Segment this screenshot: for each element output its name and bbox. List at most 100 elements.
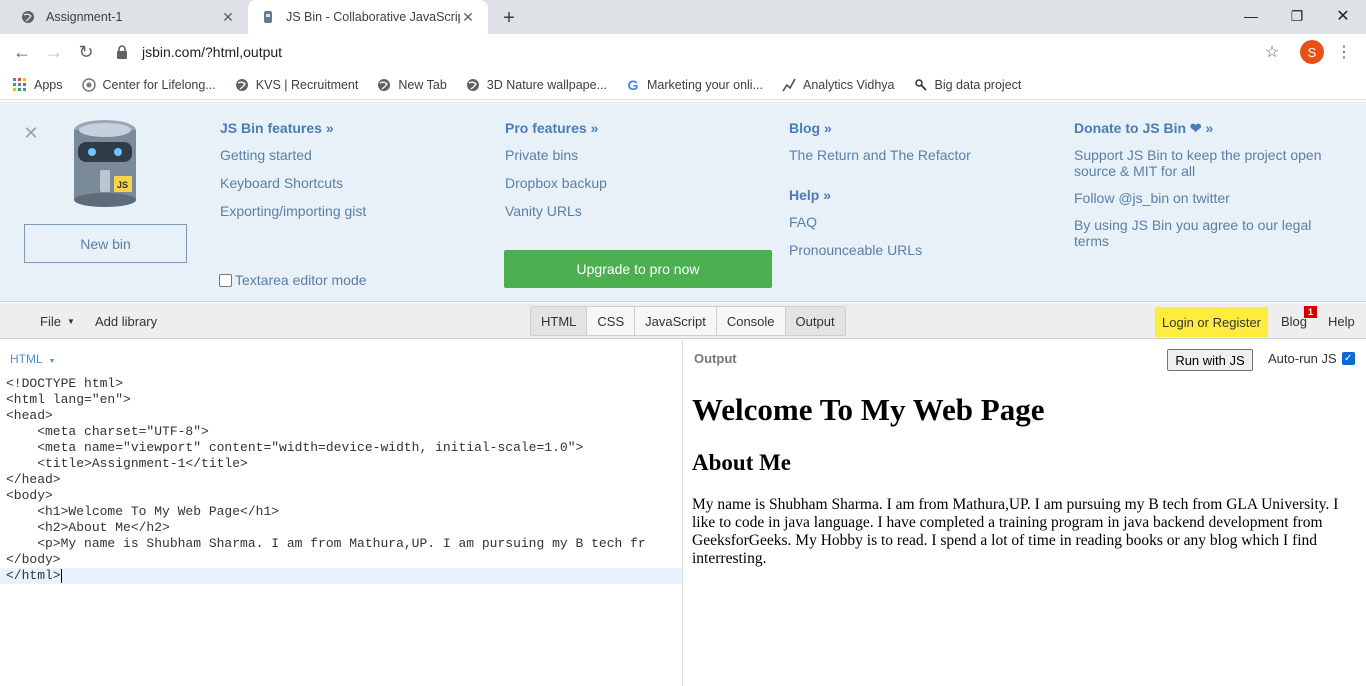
close-panel-icon[interactable]: ✕: [22, 123, 40, 143]
code-line-text: <title>Assignment-1</title>: [6, 456, 248, 471]
blog-notification-badge: 1: [1304, 306, 1317, 318]
tab-title: JS Bin - Collaborative JavaScript Debugg…: [286, 10, 460, 24]
jsbin-favicon-icon: [260, 9, 276, 25]
panel-toggle-console[interactable]: Console: [717, 307, 786, 335]
jsbin-toolbar: File ▼ Add library HTML CSS JavaScript C…: [0, 303, 1366, 339]
upgrade-pro-button[interactable]: Upgrade to pro now: [504, 250, 772, 288]
tab-jsbin[interactable]: JS Bin - Collaborative JavaScript Debugg…: [248, 0, 488, 34]
panel-toggle-group: HTML CSS JavaScript Console Output: [530, 306, 846, 336]
panel-toggle-html[interactable]: HTML: [531, 307, 588, 335]
emblem-icon: [81, 77, 97, 93]
dropdown-caret-icon: ▼: [66, 316, 75, 326]
panel-toggle-javascript[interactable]: JavaScript: [635, 307, 717, 335]
file-menu[interactable]: File ▼: [40, 303, 75, 339]
pronounceable-urls-link[interactable]: Pronounceable URLs: [789, 241, 971, 259]
back-icon[interactable]: ←: [10, 40, 34, 64]
bookmark-bigdata[interactable]: Big data project: [913, 77, 1021, 93]
blog-post-link[interactable]: The Return and The Refactor: [789, 146, 971, 164]
tab-title: Assignment-1: [46, 10, 123, 24]
code-line-text: <meta name="viewport" content="width=dev…: [6, 440, 584, 455]
panel-toggle-output[interactable]: Output: [785, 307, 845, 335]
code-line-text: </head>: [6, 472, 61, 487]
minimize-icon[interactable]: —: [1228, 4, 1274, 28]
close-tab-icon[interactable]: ✕: [220, 9, 236, 25]
address-bar[interactable]: jsbin.com/?html,output: [110, 38, 1290, 66]
keyboard-shortcuts-link[interactable]: Keyboard Shortcuts: [220, 174, 366, 192]
help-heading-link[interactable]: Help »: [789, 187, 971, 203]
blog-heading-link[interactable]: Blog »: [789, 120, 971, 136]
code-line-text: <html lang="en">: [6, 392, 131, 407]
blog-column: Blog » The Return and The Refactor Help …: [789, 120, 971, 269]
features-heading-link[interactable]: JS Bin features »: [220, 120, 366, 136]
bookmark-label: New Tab: [398, 77, 447, 92]
close-tab-icon[interactable]: ✕: [460, 9, 476, 25]
bookmark-analytics[interactable]: Analytics Vidhya: [781, 77, 895, 93]
menu-kebab-icon[interactable]: ⋮: [1334, 42, 1354, 62]
bookmark-kvs[interactable]: KVS | Recruitment: [234, 77, 358, 93]
vanity-urls-link[interactable]: Vanity URLs: [505, 202, 607, 220]
run-with-js-button[interactable]: Run with JS: [1167, 349, 1253, 371]
donate-heading-link[interactable]: Donate to JS Bin ❤ »: [1074, 120, 1344, 137]
dropbox-backup-link[interactable]: Dropbox backup: [505, 174, 607, 192]
code-line-text: <meta charset="UTF-8">: [6, 424, 209, 439]
textarea-mode-checkbox[interactable]: [219, 273, 232, 287]
file-menu-label: File: [40, 313, 61, 329]
code-line: </head>: [0, 472, 682, 488]
autorun-label: Auto-run JS: [1268, 351, 1337, 366]
code-line: </html>: [0, 568, 682, 584]
bookmark-newtab[interactable]: New Tab: [376, 77, 447, 93]
support-jsbin-link[interactable]: Support JS Bin to keep the project open …: [1074, 147, 1344, 179]
code-line: </body>: [0, 552, 682, 568]
forward-icon[interactable]: →: [42, 40, 66, 64]
code-line-text: <body>: [6, 488, 53, 503]
export-gist-link[interactable]: Exporting/importing gist: [220, 202, 366, 220]
private-bins-link[interactable]: Private bins: [505, 146, 607, 164]
faq-link[interactable]: FAQ: [789, 213, 971, 231]
editor-language-menu[interactable]: HTML ▼: [10, 352, 56, 366]
add-library-button[interactable]: Add library: [95, 303, 157, 339]
pro-heading-link[interactable]: Pro features »: [505, 120, 607, 136]
bookmarks-bar: Apps Center for Lifelong... KVS | Recrui…: [0, 70, 1366, 100]
profile-avatar[interactable]: S: [1300, 40, 1324, 64]
pro-column: Pro features » Private bins Dropbox back…: [505, 120, 607, 230]
data-icon: [913, 77, 929, 93]
bookmark-apps[interactable]: Apps: [12, 77, 63, 93]
restore-icon[interactable]: ❐: [1274, 4, 1320, 28]
help-link[interactable]: Help: [1328, 303, 1355, 339]
autorun-toggle[interactable]: Auto-run JS ✓: [1268, 351, 1355, 366]
code-line: <meta charset="UTF-8">: [0, 424, 682, 440]
text-cursor: [60, 568, 62, 583]
bookmark-nature[interactable]: 3D Nature wallpape...: [465, 77, 607, 93]
output-label: Output: [694, 351, 737, 366]
browser-toolbar: ← → ↻ jsbin.com/?html,output ☆ S ⋮: [0, 34, 1366, 70]
new-bin-button[interactable]: New bin: [24, 224, 187, 263]
globe-icon: [465, 77, 481, 93]
legal-terms-link[interactable]: By using JS Bin you agree to our legal t…: [1074, 217, 1344, 249]
bookmark-label: Analytics Vidhya: [803, 77, 895, 92]
twitter-link[interactable]: Follow @js_bin on twitter: [1074, 189, 1344, 207]
preview-heading-2: About Me: [692, 450, 792, 475]
bookmark-marketing[interactable]: G Marketing your onli...: [625, 77, 763, 93]
new-tab-icon[interactable]: +: [498, 7, 520, 29]
code-line: <html lang="en">: [0, 392, 682, 408]
preview-paragraph: My name is Shubham Sharma. I am from Mat…: [692, 496, 1339, 567]
panel-toggle-css[interactable]: CSS: [587, 307, 636, 335]
reload-icon[interactable]: ↻: [74, 40, 98, 64]
window-close-icon[interactable]: ✕: [1320, 4, 1366, 28]
analytics-icon: [781, 77, 797, 93]
bookmark-lifelong[interactable]: Center for Lifelong...: [81, 77, 216, 93]
bookmark-label: Apps: [34, 77, 63, 92]
output-pane: Output Run with JS Auto-run JS ✓ Welcome…: [684, 340, 1366, 686]
globe-icon: [20, 9, 36, 25]
bookmark-star-icon[interactable]: ☆: [1262, 42, 1282, 62]
getting-started-link[interactable]: Getting started: [220, 146, 366, 164]
html-editor-pane[interactable]: HTML ▼ <!DOCTYPE html> <html lang="en"> <h…: [0, 340, 683, 686]
autorun-checkbox[interactable]: ✓: [1341, 352, 1355, 365]
tab-assignment[interactable]: Assignment-1 ✕: [8, 0, 248, 34]
code-line: <meta name="viewport" content="width=dev…: [0, 440, 682, 456]
url-text: jsbin.com/?html,output: [142, 44, 283, 60]
textarea-mode-toggle[interactable]: Textarea editor mode: [219, 272, 367, 288]
preview-heading-1: Welcome To My Web Page: [692, 392, 1045, 427]
code-area[interactable]: <!DOCTYPE html> <html lang="en"> <head> <m…: [0, 376, 682, 584]
login-register-button[interactable]: Login or Register: [1155, 307, 1268, 337]
